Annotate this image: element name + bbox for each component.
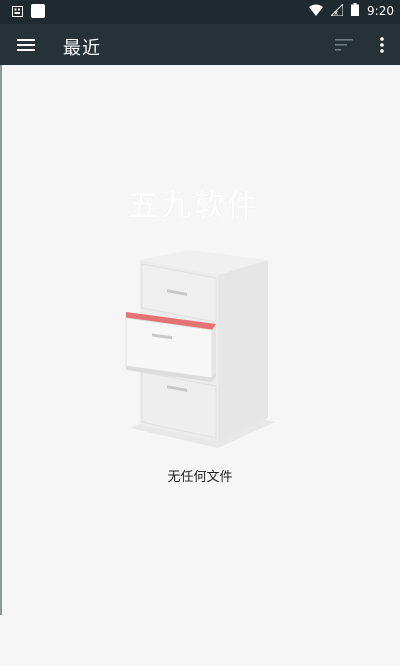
svg-text:x: x	[334, 9, 338, 16]
main-content: 五九软件 无任何文件	[0, 65, 400, 666]
more-options-button[interactable]	[370, 33, 394, 57]
notification-icon	[12, 5, 23, 20]
more-vert-icon	[380, 37, 384, 53]
watermark: 五九软件	[128, 189, 260, 224]
sort-button[interactable]	[332, 33, 356, 57]
app-bar: 最近	[0, 24, 400, 65]
status-bar: x 9:20	[0, 0, 400, 24]
page-title: 最近	[63, 38, 101, 59]
drawer-edge	[0, 65, 2, 615]
empty-state-message: 无任何文件	[167, 470, 233, 485]
battery-icon	[351, 3, 360, 19]
app-icon	[31, 4, 45, 21]
status-time: 9:20	[367, 4, 394, 18]
menu-button[interactable]	[14, 33, 38, 57]
wifi-icon	[309, 4, 324, 19]
screen: x 9:20 最近 五九软件 无任何文件	[0, 0, 400, 666]
status-left	[12, 4, 45, 21]
sort-icon	[335, 39, 353, 51]
status-right: x 9:20	[309, 2, 394, 19]
file-cabinet-icon	[120, 250, 285, 450]
hamburger-menu-icon	[17, 39, 35, 51]
signal-icon: x	[329, 2, 344, 19]
